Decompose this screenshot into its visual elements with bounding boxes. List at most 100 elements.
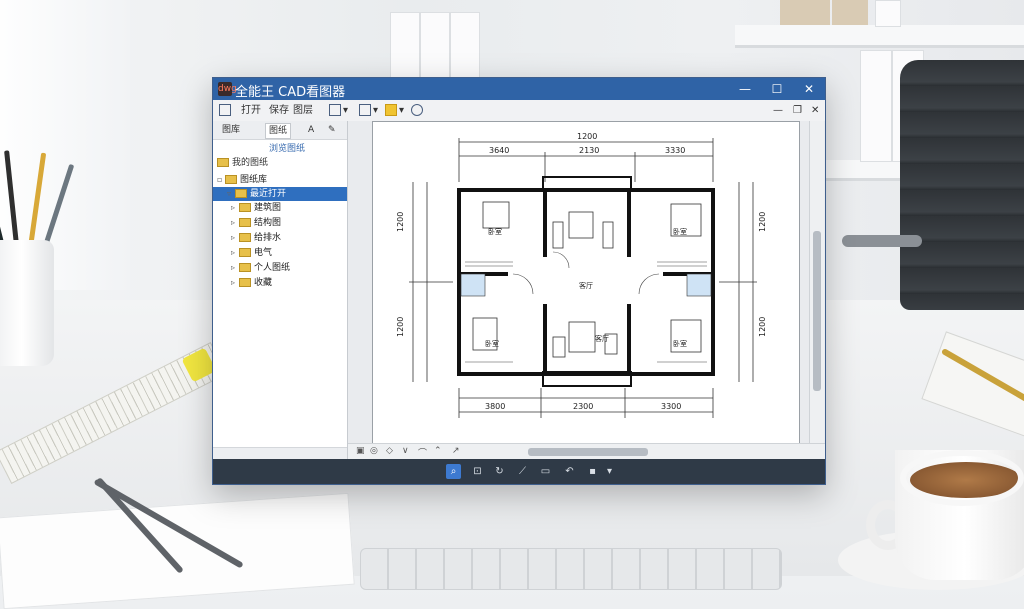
binder: [875, 0, 901, 27]
arrow-icon[interactable]: ↗: [452, 446, 460, 456]
page-icon[interactable]: ▪: [585, 464, 600, 479]
tree-item-label: 收藏: [254, 278, 273, 288]
room-label: 客厅: [579, 281, 593, 290]
horizontal-scrollbar[interactable]: ▣ ◎ ◇ ∨ ⌒ ⌃ ↗: [348, 443, 825, 460]
measure-icon[interactable]: ⟋: [515, 464, 530, 479]
pencil-cup: [0, 240, 54, 366]
title-bar[interactable]: dwg 全能王 CAD看图器 — ☐ ✕: [213, 78, 825, 100]
highlight-icon[interactable]: ▾: [385, 103, 404, 118]
maximize-button[interactable]: ☐: [769, 81, 785, 97]
dim-left-upper: 1200: [396, 212, 405, 232]
tree-item-library[interactable]: ▫ 图纸库: [213, 173, 347, 187]
chevron-down-icon[interactable]: ▾: [602, 464, 617, 479]
tree-item-structure[interactable]: ▹ 结构图: [213, 216, 347, 230]
dim-top-mid: 2130: [579, 146, 599, 155]
room-label: 卧室: [488, 227, 502, 236]
dim-bottom-mid: 2300: [573, 402, 593, 411]
pin-icon[interactable]: [411, 103, 425, 118]
folder-icon: [239, 218, 251, 227]
dim-right-lower: 1200: [758, 317, 767, 337]
sidebar: 图库 图纸 A ✎ 浏览图纸 我的图纸 ▫ 图纸库 ▿ 最近打开 ▹ 建筑图 ▹ 结构图…: [213, 121, 348, 460]
tab-edit[interactable]: ✎: [325, 123, 339, 137]
tree-item-personal[interactable]: ▹ 个人图纸: [213, 261, 347, 275]
chair-armrest: [842, 235, 922, 247]
scroll-thumb[interactable]: [813, 231, 821, 391]
dim-top-left: 3640: [489, 146, 509, 155]
close-button[interactable]: ✕: [801, 81, 817, 97]
tab-library[interactable]: 图库: [219, 123, 243, 137]
expand-icon[interactable]: ▫: [217, 173, 225, 187]
folder-icon: [239, 233, 251, 242]
dim-bottom-left: 3800: [485, 402, 505, 411]
measure-icon[interactable]: ▾: [359, 103, 378, 118]
sidebar-tabs: 图库 图纸 A ✎: [213, 121, 347, 140]
floor-plan: 1200 3640 2130 3330 3800 2300 3300 1200 …: [396, 132, 767, 418]
toolbar: 打开 保存 图层 ▾ ▾ ▾ — ❐ ✕: [213, 100, 825, 122]
dim-left-lower: 1200: [396, 317, 405, 337]
tree-item-label: 给排水: [254, 233, 282, 243]
dim-top-total: 1200: [577, 132, 597, 141]
folder-icon: [239, 278, 251, 287]
chevron-right-icon[interactable]: ▹: [231, 201, 239, 215]
chevron-right-icon[interactable]: ▹: [231, 246, 239, 260]
chevron-down-icon[interactable]: ▿: [227, 187, 235, 201]
toolbar-item-open[interactable]: 打开: [241, 103, 261, 118]
folder-icon: [217, 158, 229, 167]
tree-item-favorites[interactable]: ▹ 收藏: [213, 276, 347, 290]
chevron-right-icon[interactable]: ▹: [231, 261, 239, 275]
sidebar-subheader: 浏览图纸: [269, 144, 306, 154]
tree-item-architecture[interactable]: ▹ 建筑图: [213, 201, 347, 215]
folder-icon: [225, 175, 237, 184]
folder-icon: [239, 248, 251, 257]
section-label: 我的图纸: [232, 158, 269, 168]
tree-item-label: 图纸库: [240, 175, 268, 185]
doc-close-button[interactable]: ✕: [811, 103, 819, 118]
doc-restore-button[interactable]: ❐: [793, 103, 802, 118]
chevron-right-icon[interactable]: ▹: [231, 216, 239, 230]
tree-item-label: 建筑图: [254, 203, 282, 213]
drawing-sheet[interactable]: 1200 3640 2130 3330 3800 2300 3300 1200 …: [372, 121, 800, 445]
toolbar-item-layers[interactable]: 图层: [293, 103, 313, 118]
tree-item-plumbing[interactable]: ▹ 给排水: [213, 231, 347, 245]
vertical-scrollbar[interactable]: [809, 121, 824, 443]
room-label: 卧室: [485, 339, 499, 348]
rotate-icon[interactable]: ↻: [492, 464, 507, 479]
sidebar-section-title[interactable]: 我的图纸: [217, 155, 268, 168]
scroll-thumb[interactable]: [528, 448, 648, 456]
chevron-right-icon[interactable]: ▹: [231, 231, 239, 245]
binder: [390, 12, 420, 78]
layer-icon[interactable]: ▭: [538, 464, 553, 479]
keyboard: [360, 548, 782, 590]
chevron-right-icon[interactable]: ▹: [231, 276, 239, 290]
target-icon[interactable]: ◎: [370, 446, 378, 456]
open-file-icon[interactable]: [219, 103, 233, 118]
view-tool-icon[interactable]: ▣: [356, 446, 365, 456]
dim-right-upper: 1200: [758, 212, 767, 232]
storage-box: [832, 0, 868, 25]
tab-text[interactable]: A: [305, 123, 317, 137]
tree-item-electrical[interactable]: ▹ 电气: [213, 246, 347, 260]
drawing-canvas[interactable]: 1200 3640 2130 3330 3800 2300 3300 1200 …: [348, 121, 825, 460]
folder-icon: [239, 203, 251, 212]
arc-icon[interactable]: ⌒: [418, 446, 427, 459]
binder: [450, 12, 480, 78]
cad-viewer-window: dwg 全能王 CAD看图器 — ☐ ✕ 打开 保存 图层 ▾ ▾ ▾ — ❐ …: [212, 77, 826, 485]
tree-item-recent[interactable]: ▿ 最近打开: [213, 187, 347, 201]
zoom-window-icon[interactable]: ⌕: [446, 464, 461, 479]
minimize-button[interactable]: —: [737, 81, 753, 97]
toolbar-item-save[interactable]: 保存: [269, 103, 289, 118]
shape-icon[interactable]: ◇: [386, 446, 393, 456]
window-title: 全能王 CAD看图器: [235, 85, 346, 100]
dim-top-right: 3330: [665, 146, 685, 155]
room-label: 卧室: [673, 227, 687, 236]
pan-icon[interactable]: ⊡: [470, 464, 485, 479]
tree-item-label: 个人图纸: [254, 263, 291, 273]
chevron-down-icon[interactable]: ∨: [402, 446, 409, 456]
tab-drawings[interactable]: 图纸: [265, 123, 292, 139]
app-logo-icon: dwg: [218, 82, 237, 96]
room-label: 客厅: [595, 334, 609, 343]
undo-icon[interactable]: ↶: [562, 464, 577, 479]
doc-minimize-button[interactable]: —: [773, 103, 783, 118]
cursor-icon[interactable]: ▾: [329, 103, 348, 118]
chevron-up-icon[interactable]: ⌃: [434, 446, 442, 456]
